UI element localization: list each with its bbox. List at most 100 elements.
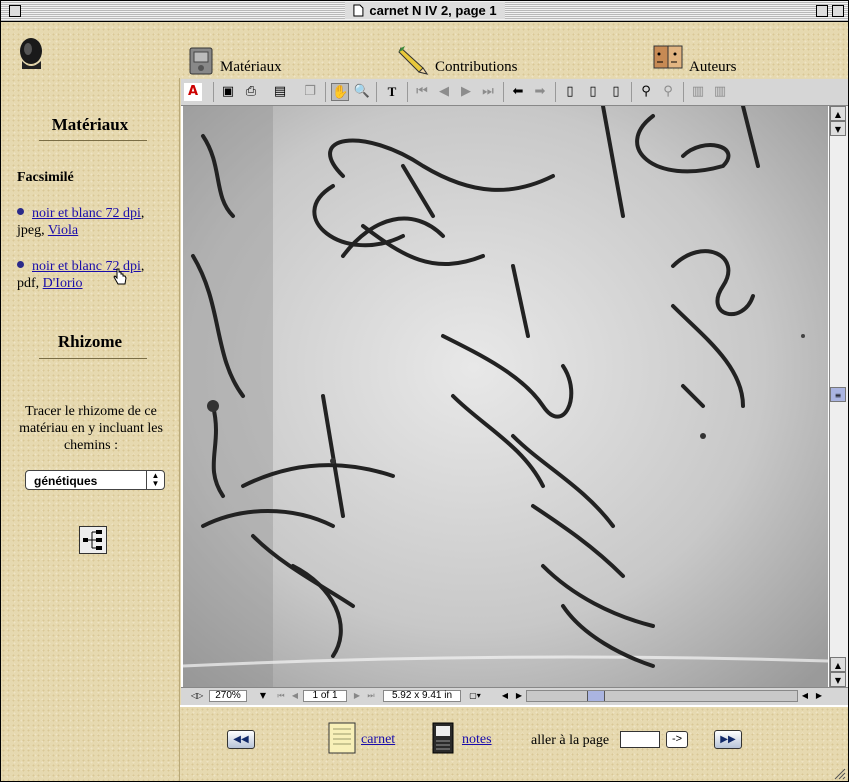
go-button[interactable]: -> [666, 731, 688, 748]
nav-contributions-label: Contributions [435, 59, 518, 75]
last-page-icon[interactable]: ⏭ [365, 690, 377, 702]
nav-auteurs[interactable]: Auteurs [651, 40, 737, 76]
toolbar-separator [407, 82, 408, 102]
carnet-link[interactable]: carnet [361, 732, 395, 748]
divider [39, 140, 147, 141]
scroll-thumb[interactable]: ≡ [830, 387, 846, 402]
next-page-icon[interactable]: ▶ [351, 690, 363, 702]
first-page-icon[interactable]: ⏮ [413, 83, 431, 101]
next-page-button[interactable]: ▶▶ [714, 730, 742, 749]
rotate-left-icon[interactable]: ▥ [689, 83, 707, 101]
go-back-icon[interactable]: ⬅ [509, 83, 527, 101]
authors-icon [653, 45, 683, 69]
save-icon[interactable]: ▣ [219, 83, 237, 101]
notes-link[interactable]: notes [462, 732, 492, 748]
pencil-icon [398, 46, 429, 75]
last-page-icon[interactable]: ⏭ [479, 83, 497, 101]
previous-page-icon[interactable]: ◀ [289, 690, 301, 702]
paths-select-value: génétiques [34, 474, 98, 488]
notes-document-icon[interactable] [431, 721, 457, 755]
toolbar-separator [631, 82, 632, 102]
zoom-tool-icon[interactable]: 🔍 [353, 83, 371, 101]
go-forward-icon[interactable]: ➡ [531, 83, 549, 101]
rhizome-tree-button[interactable] [79, 526, 107, 554]
page-mode-icon[interactable]: ▢▾ [469, 690, 481, 702]
toolbar-separator [213, 82, 214, 102]
facsimile-heading: Facsimilé [17, 170, 74, 185]
fit-width-icon[interactable]: ▯ [607, 83, 625, 101]
pdf-status-bar: ◁▷ 270% ▼ ⏮ ◀ 1 of 1 ▶ ⏭ 5.92 x 9.41 in … [181, 687, 848, 705]
next-page-icon[interactable]: ▶ [457, 83, 475, 101]
resize-grip-icon[interactable] [833, 767, 847, 781]
horizontal-scroll-thumb[interactable] [587, 691, 605, 701]
manuscript-page-image[interactable] [183, 106, 828, 687]
scroll-left-icon[interactable]: ◀ [499, 690, 511, 702]
scroll-right-icon[interactable]: ▶ [813, 690, 825, 702]
find-icon[interactable]: ⚲ [637, 83, 655, 101]
hand-tool-icon[interactable]: ✋ [331, 83, 349, 101]
toolbar-separator [555, 82, 556, 102]
separator: , [35, 276, 40, 291]
zoom-box[interactable] [816, 5, 828, 17]
toolbar-separator [683, 82, 684, 102]
sidebar-title-rhizome: Rhizome [57, 332, 123, 351]
format-label: pdf [17, 276, 36, 291]
author-link-viola[interactable]: Viola [48, 223, 78, 238]
show-hide-navigation-icon[interactable]: ▤ [271, 83, 289, 101]
top-navigation: Matériaux Contributions Auteurs [1, 22, 848, 78]
bullet-icon [17, 208, 24, 215]
author-link-diorio[interactable]: D'Iorio [43, 276, 83, 291]
previous-page-button[interactable]: ◀◀ [227, 730, 255, 749]
page-layout-icon[interactable]: ◁▷ [191, 690, 203, 702]
nav-contributions[interactable]: Contributions [397, 40, 518, 76]
acrobat-icon[interactable]: A [184, 83, 202, 101]
zoom-menu-icon[interactable]: ▼ [257, 690, 269, 702]
toolbar-separator [376, 82, 377, 102]
nav-materiaux[interactable]: Matériaux [186, 40, 282, 76]
scroll-down-icon[interactable]: ▼ [830, 121, 846, 136]
close-box[interactable] [9, 5, 21, 17]
tree-icon [83, 530, 102, 550]
bullet-icon [17, 261, 24, 268]
page-number-input[interactable] [620, 731, 660, 748]
window-title-text: carnet N IV 2, page 1 [369, 3, 497, 18]
browser-window: carnet N IV 2, page 1 Matériaux Contribu… [0, 0, 849, 782]
pdf-toolbar: A ▣ ⎙ ▤ ❐ ✋ 🔍 T ⏮ ◀ ▶ ⏭ ⬅ ➡ ▯ ▯ ▯ ⚲ ⚲ ▥ … [181, 79, 848, 106]
text-select-icon[interactable]: T [383, 83, 401, 101]
scroll-up-icon[interactable]: ▲ [830, 106, 846, 121]
copy-icon[interactable]: ❐ [301, 83, 319, 101]
collapse-box[interactable] [832, 5, 844, 17]
nav-materiaux-label: Matériaux [220, 59, 282, 75]
goto-page-label: aller à la page [531, 733, 610, 748]
divider [39, 358, 147, 359]
first-page-icon[interactable]: ⏮ [275, 690, 287, 702]
toolbar-separator [503, 82, 504, 102]
sidebar: Matériaux Facsimilé noir et blanc 72 dpi… [1, 78, 180, 781]
separator: , [140, 259, 145, 274]
scroll-right-icon[interactable]: ▶ [513, 690, 525, 702]
bottom-navigation [180, 705, 848, 781]
search-next-icon[interactable]: ⚲ [659, 83, 677, 101]
scroll-left-icon[interactable]: ◀ [799, 690, 811, 702]
zoom-level[interactable]: 270% [209, 690, 247, 702]
scroll-up-icon[interactable]: ▲ [830, 657, 846, 672]
fit-page-icon[interactable]: ▯ [584, 83, 602, 101]
scroll-down-icon[interactable]: ▼ [830, 672, 846, 687]
notebook-icon[interactable] [327, 721, 359, 755]
actual-size-icon[interactable]: ▯ [561, 83, 579, 101]
facsimile-link-jpeg[interactable]: noir et blanc 72 dpi [32, 206, 141, 221]
horizontal-scrollbar[interactable] [526, 690, 798, 702]
print-icon[interactable]: ⎙ [242, 83, 260, 101]
portrait-logo-icon[interactable] [16, 35, 46, 71]
separator: , [140, 206, 145, 221]
hand-cursor-icon [113, 268, 127, 285]
paths-select[interactable]: génétiques ▲ ▼ [25, 470, 165, 490]
previous-page-icon[interactable]: ◀ [435, 83, 453, 101]
facsimile-item-2: noir et blanc 72 dpi, pdf, D'Iorio [17, 258, 167, 292]
sidebar-title-materiaux: Matériaux [51, 115, 129, 134]
select-arrows-icon: ▲ ▼ [146, 471, 164, 489]
format-label: jpeg [17, 223, 42, 238]
vertical-scrollbar[interactable]: ▲ ▼ ≡ ▲ ▼ [829, 106, 848, 687]
title-bar: carnet N IV 2, page 1 [1, 1, 848, 22]
rotate-right-icon[interactable]: ▥ [711, 83, 729, 101]
